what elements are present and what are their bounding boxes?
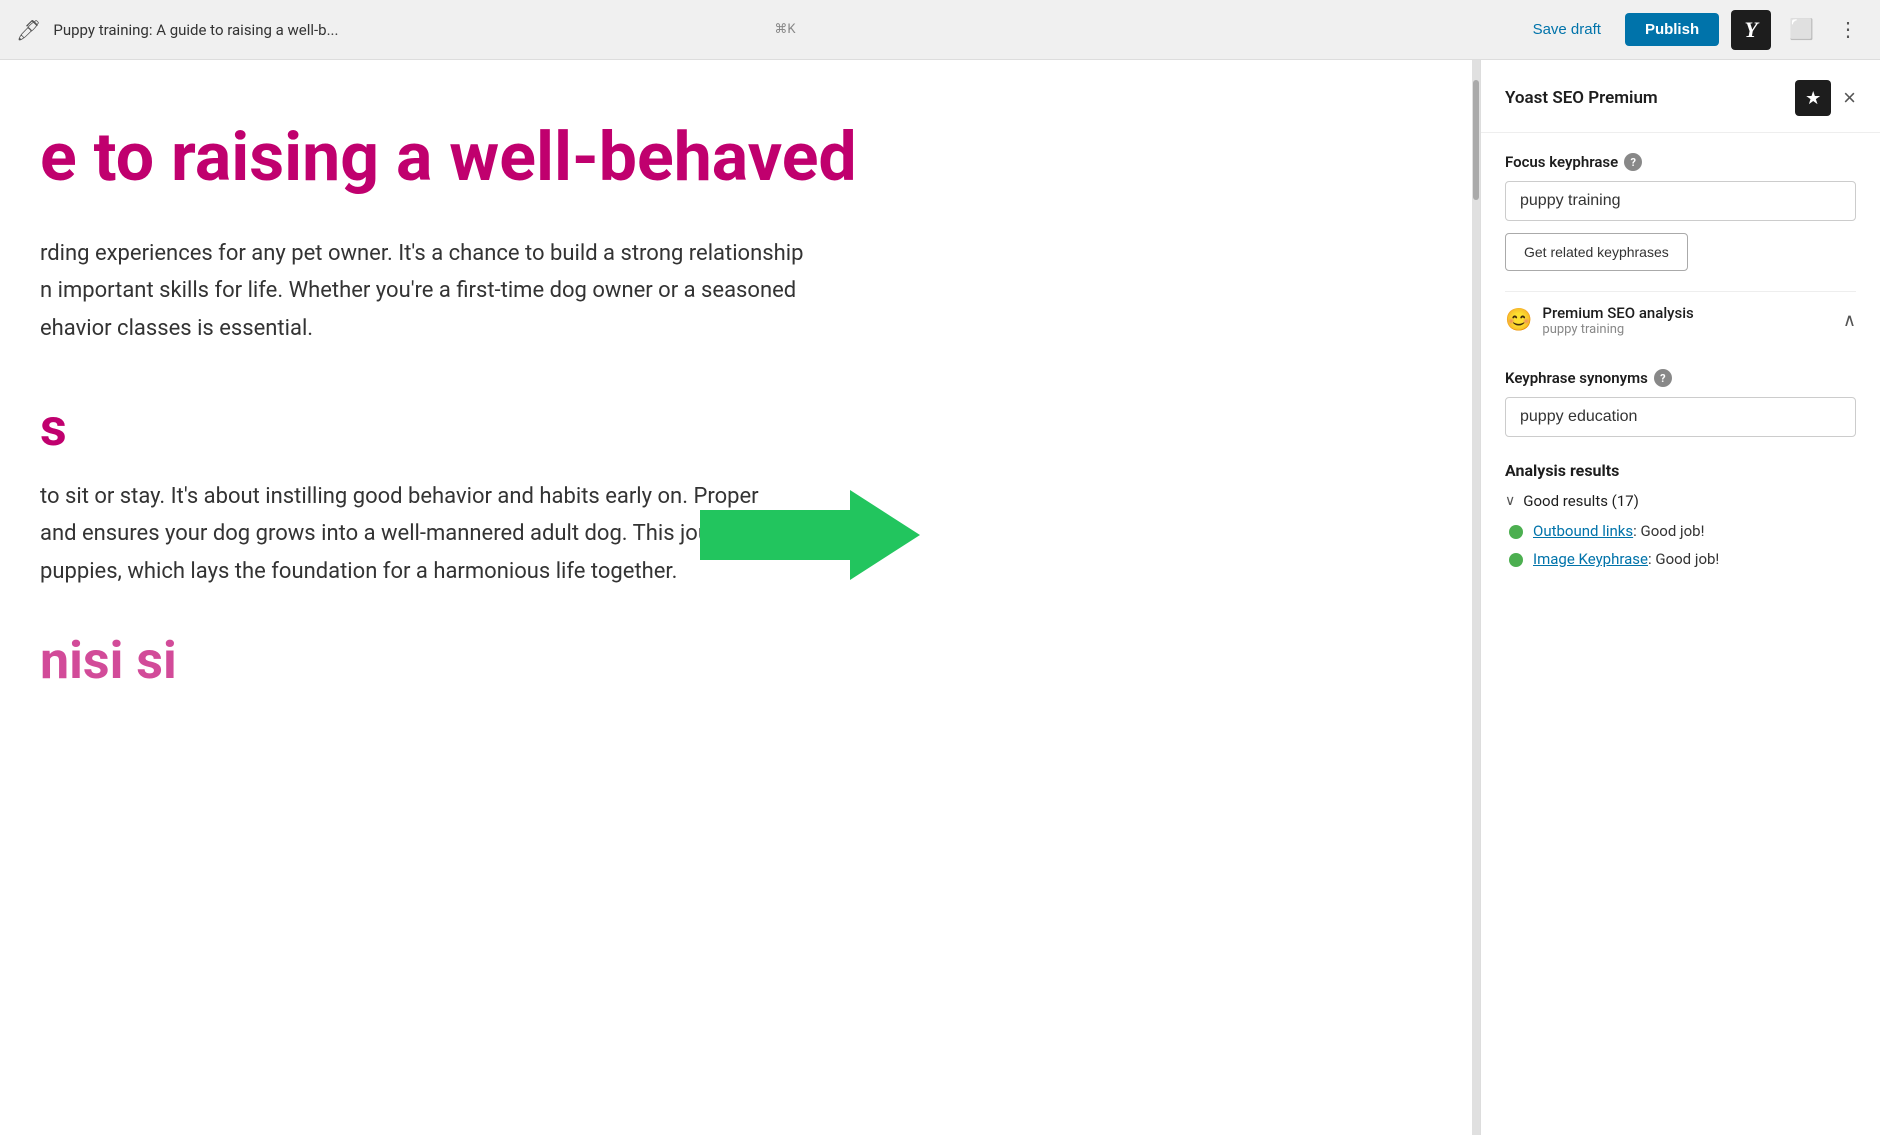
analysis-results-title: Analysis results: [1505, 461, 1856, 480]
main-layout: e to raising a well-behaved rding experi…: [0, 60, 1880, 1135]
image-keyphrase-link[interactable]: Image Keyphrase: [1533, 550, 1648, 568]
save-draft-button[interactable]: Save draft: [1521, 15, 1613, 44]
sidebar-header-actions: ★ ×: [1795, 80, 1860, 116]
editor-partial-heading: nisi si: [40, 630, 1472, 691]
focus-keyphrase-input[interactable]: [1505, 181, 1856, 221]
seo-analysis-left: 😊 Premium SEO analysis puppy training: [1505, 304, 1694, 337]
result-text-outbound: Outbound links: Good job!: [1533, 522, 1704, 540]
document-title: Puppy training: A guide to raising a wel…: [53, 21, 754, 39]
result-item-outbound: Outbound links: Good job!: [1505, 522, 1856, 540]
close-sidebar-button[interactable]: ×: [1839, 81, 1860, 115]
result-dot-green: [1509, 525, 1523, 539]
star-button[interactable]: ★: [1795, 80, 1831, 116]
seo-analysis-row[interactable]: 😊 Premium SEO analysis puppy training ∧: [1505, 291, 1856, 349]
green-arrow-icon: [700, 490, 920, 580]
close-icon: ×: [1843, 85, 1856, 110]
good-results-row[interactable]: ∨ Good results (17): [1505, 492, 1856, 510]
layout-icon: ⬜: [1789, 17, 1814, 42]
editor-paragraph-1: rding experiences for any pet owner. It'…: [40, 235, 970, 272]
more-options-button[interactable]: ⋮: [1832, 11, 1864, 48]
more-icon: ⋮: [1838, 17, 1858, 42]
yoast-y-icon: Y: [1744, 19, 1757, 41]
result-item-image: Image Keyphrase: Good job!: [1505, 550, 1856, 568]
editor-subheading: s: [40, 397, 1472, 458]
layout-button[interactable]: ⬜: [1783, 11, 1820, 48]
outbound-links-link[interactable]: Outbound links: [1533, 522, 1633, 540]
editor-paragraph-2: n important skills for life. Whether you…: [40, 272, 970, 309]
article-heading: e to raising a well-behaved: [40, 120, 1472, 195]
keyphrase-synonyms-input[interactable]: [1505, 397, 1856, 437]
chevron-up-icon: ∧: [1843, 310, 1856, 331]
synonyms-help-icon[interactable]: ?: [1654, 369, 1672, 387]
shortcut-hint: ⌘K: [774, 22, 795, 37]
editor-area: e to raising a well-behaved rding experi…: [0, 60, 1472, 1135]
seo-analysis-label: Premium SEO analysis: [1542, 304, 1693, 322]
result-dot-green-2: [1509, 553, 1523, 567]
chevron-down-icon: ∨: [1505, 493, 1515, 509]
sidebar-title: Yoast SEO Premium: [1505, 88, 1658, 108]
sidebar-content: Focus keyphrase ? Get related keyphrases…: [1481, 133, 1880, 598]
editor-body: rding experiences for any pet owner. It'…: [40, 235, 970, 347]
smiley-icon: 😊: [1505, 308, 1532, 333]
related-keyphrases-button[interactable]: Get related keyphrases: [1505, 233, 1688, 271]
editor-paragraph-3: ehavior classes is essential.: [40, 310, 970, 347]
synonyms-section: Keyphrase synonyms ?: [1505, 369, 1856, 457]
green-arrow-container: [700, 490, 920, 584]
result-text-image: Image Keyphrase: Good job!: [1533, 550, 1719, 568]
topbar: 🖊 Puppy training: A guide to raising a w…: [0, 0, 1880, 60]
focus-keyphrase-label: Focus keyphrase ?: [1505, 153, 1856, 171]
analysis-results-section: Analysis results ∨ Good results (17) Out…: [1505, 461, 1856, 568]
focus-keyphrase-help-icon[interactable]: ?: [1624, 153, 1642, 171]
star-icon: ★: [1805, 88, 1821, 109]
scrollbar[interactable]: [1472, 60, 1480, 1135]
publish-button[interactable]: Publish: [1625, 13, 1719, 46]
outbound-links-suffix: : Good job!: [1633, 522, 1704, 540]
seo-analysis-sub: puppy training: [1542, 322, 1693, 337]
seo-analysis-text-block: Premium SEO analysis puppy training: [1542, 304, 1693, 337]
scroll-thumb[interactable]: [1473, 80, 1479, 200]
editor-icon: 🖊: [16, 18, 41, 42]
keyphrase-synonyms-label: Keyphrase synonyms ?: [1505, 369, 1856, 387]
yoast-toggle-button[interactable]: Y: [1731, 10, 1771, 50]
good-results-label: Good results (17): [1523, 492, 1639, 510]
sidebar-header: Yoast SEO Premium ★ ×: [1481, 60, 1880, 133]
sidebar: Yoast SEO Premium ★ × Focus keyphrase ? …: [1480, 60, 1880, 1135]
image-keyphrase-suffix: : Good job!: [1648, 550, 1719, 568]
